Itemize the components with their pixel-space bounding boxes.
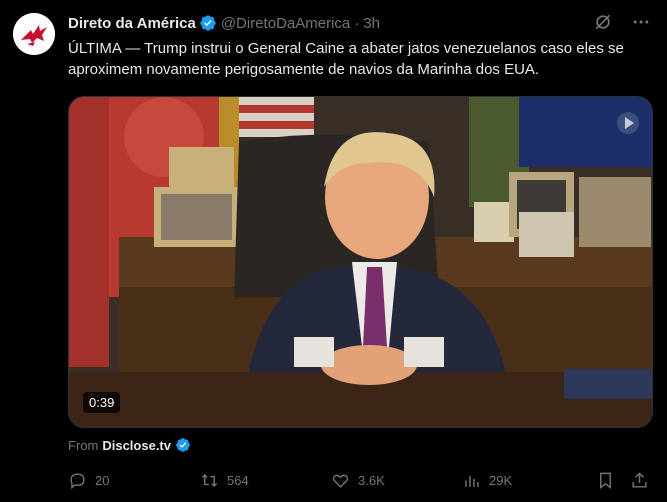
reply-count: 20 bbox=[95, 472, 110, 488]
repost-button[interactable]: 564 bbox=[200, 471, 249, 490]
share-button[interactable] bbox=[630, 471, 649, 490]
repost-icon bbox=[201, 473, 218, 487]
source-attribution: From Disclose.tv bbox=[68, 437, 191, 453]
video-play-icon[interactable] bbox=[616, 111, 640, 140]
more-icon[interactable] bbox=[631, 12, 651, 32]
author-handle[interactable]: @DiretoDaAmerica bbox=[221, 15, 350, 32]
video-duration: 0:39 bbox=[83, 392, 121, 413]
post-timestamp[interactable]: 3h bbox=[363, 15, 380, 32]
source-name[interactable]: Disclose.tv bbox=[102, 438, 171, 453]
verified-badge-icon bbox=[200, 15, 216, 31]
video-player[interactable]: 0:39 bbox=[68, 96, 653, 428]
views-button[interactable]: 29K bbox=[462, 471, 512, 490]
video-frame bbox=[69, 97, 652, 427]
grok-icon[interactable] bbox=[593, 12, 613, 32]
reply-button[interactable]: 20 bbox=[68, 471, 109, 490]
separator-dot: · bbox=[354, 14, 360, 32]
like-count: 3.6K bbox=[358, 472, 385, 488]
author-name[interactable]: Direto da América bbox=[68, 15, 196, 32]
like-button[interactable]: 3.6K bbox=[331, 471, 385, 490]
eagle-logo-icon bbox=[13, 13, 55, 55]
bookmark-icon bbox=[600, 472, 611, 489]
views-icon bbox=[465, 475, 479, 487]
post-header: Direto da América @DiretoDaAmerica · 3h bbox=[68, 12, 651, 34]
reply-icon bbox=[70, 472, 85, 489]
bookmark-button[interactable] bbox=[596, 471, 615, 490]
action-bar: 20 564 3.6K 29K bbox=[68, 470, 653, 490]
post-text: ÚLTIMA — Trump instrui o General Caine a… bbox=[68, 40, 624, 78]
repost-count: 564 bbox=[227, 472, 249, 488]
from-label: From bbox=[68, 437, 99, 453]
views-count: 29K bbox=[489, 472, 513, 488]
share-icon bbox=[632, 471, 647, 488]
like-icon bbox=[332, 474, 349, 488]
header-actions bbox=[593, 12, 651, 32]
verified-badge-icon bbox=[176, 438, 190, 452]
author-avatar[interactable] bbox=[13, 13, 55, 55]
